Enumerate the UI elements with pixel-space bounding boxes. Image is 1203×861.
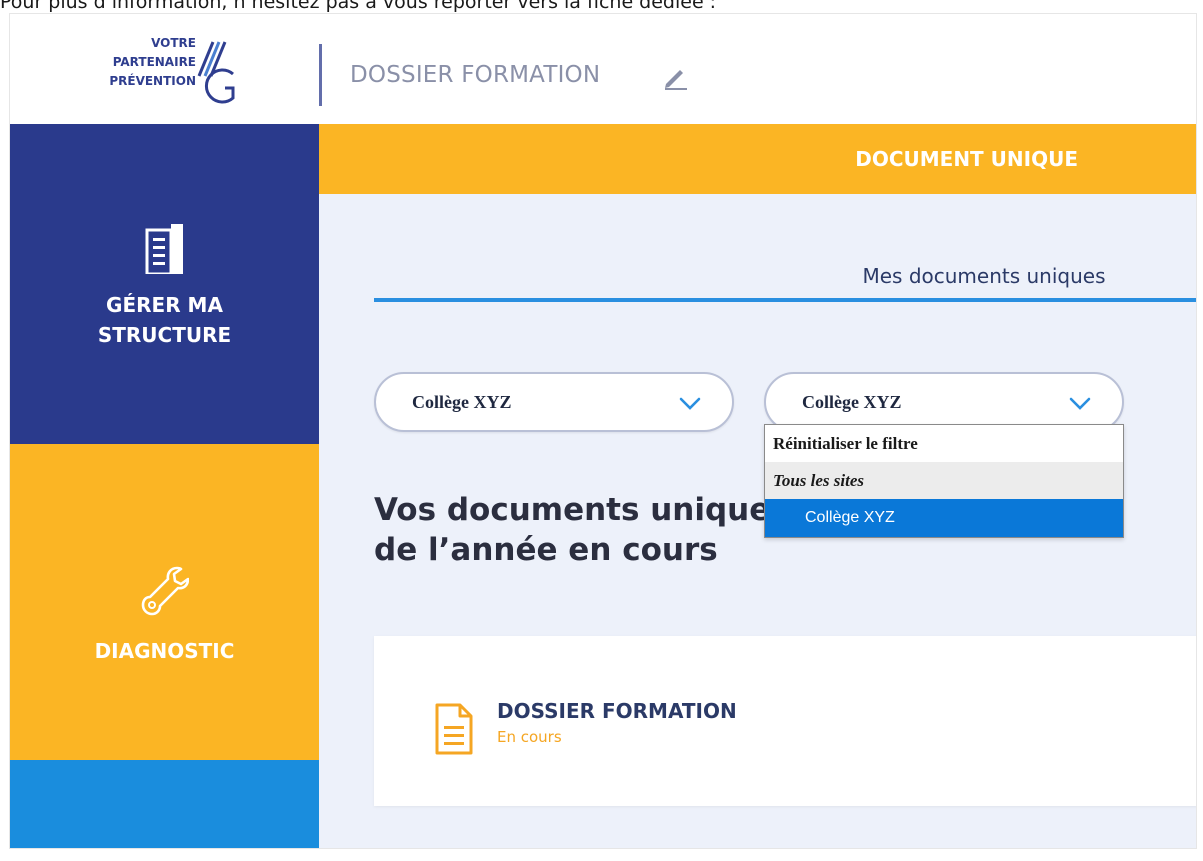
pencil-icon[interactable]: [662, 64, 688, 90]
sidebar-item-manage-structure[interactable]: GÉRER MA STRUCTURE: [10, 124, 319, 444]
site-filter-select-2[interactable]: Collège XYZ: [764, 372, 1124, 432]
tab-my-documents[interactable]: Mes documents uniques: [819, 264, 1149, 288]
sidebar-item-next[interactable]: [10, 760, 319, 848]
logo-line-1: VOTRE: [151, 36, 196, 50]
site-filter-dropdown: Réinitialiser le filtre Tous les sites C…: [764, 424, 1124, 538]
select-value: Collège XYZ: [412, 391, 512, 412]
page-title: DOSSIER FORMATION: [350, 62, 601, 88]
select-value: Collège XYZ: [802, 391, 902, 412]
tab-underline: [374, 298, 1196, 302]
dropdown-reset-filter[interactable]: Réinitialiser le filtre: [765, 425, 1123, 462]
wrench-icon: [141, 566, 189, 616]
dropdown-option-selected[interactable]: Collège XYZ: [765, 499, 1123, 537]
app-header: VOTRE PARTENAIRE PRÉVENTION DOSSIER FORM…: [10, 14, 1196, 124]
logo-text[interactable]: VOTRE PARTENAIRE PRÉVENTION: [66, 34, 196, 91]
document-card[interactable]: DOSSIER FORMATION En cours: [374, 636, 1196, 806]
main-content: DOCUMENT UNIQUE Mes documents uniques Co…: [319, 124, 1196, 848]
card-title: DOSSIER FORMATION: [497, 699, 737, 723]
chevron-down-icon: [679, 397, 701, 410]
dropdown-group-all-sites[interactable]: Tous les sites: [765, 462, 1123, 499]
sidebar-label-manage-structure: GÉRER MA STRUCTURE: [97, 293, 232, 347]
header-divider: [319, 44, 322, 106]
chevron-down-icon: [1069, 397, 1091, 410]
section-heading: Vos documents uniques de l’année en cour…: [374, 492, 789, 568]
sidebar-label-diagnostic: DIAGNOSTIC: [94, 639, 235, 663]
document-intro-text: Pour plus d’information, n’hésitez pas à…: [0, 0, 717, 13]
sidebar-item-diagnostic[interactable]: DIAGNOSTIC: [10, 444, 319, 760]
logo-line-3: PRÉVENTION: [109, 74, 196, 88]
building-icon: [145, 224, 183, 274]
g2p-logo-icon: [197, 41, 235, 104]
banner-title: DOCUMENT UNIQUE: [855, 147, 1078, 171]
application-window: VOTRE PARTENAIRE PRÉVENTION DOSSIER FORM…: [9, 13, 1197, 849]
site-filter-select-1[interactable]: Collège XYZ: [374, 372, 734, 432]
logo-line-2: PARTENAIRE: [112, 55, 196, 69]
status-text: En cours: [497, 728, 562, 746]
document-icon: [435, 703, 473, 755]
section-banner: DOCUMENT UNIQUE: [319, 124, 1196, 194]
